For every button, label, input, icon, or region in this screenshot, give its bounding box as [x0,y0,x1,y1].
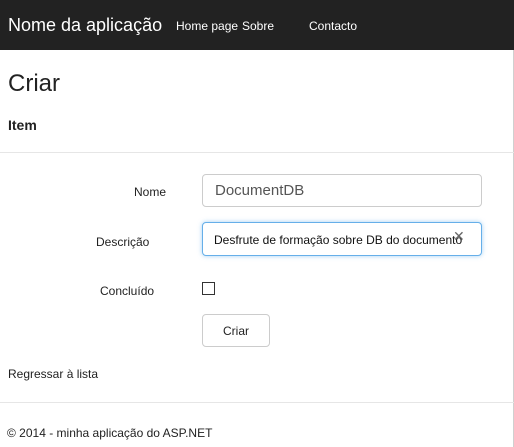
descricao-label: Descrição [96,235,150,249]
divider [0,152,514,153]
section-title: Item [8,117,37,133]
navbar: Nome da aplicação Home page Sobre Contac… [0,0,514,50]
page-title: Criar [8,70,60,97]
nav-about-link[interactable]: Sobre [242,19,274,33]
nav-home-link[interactable]: Home page [176,19,238,33]
footer-divider [0,402,514,403]
nav-contact-link[interactable]: Contacto [309,19,357,33]
concluido-label: Concluído [100,284,155,298]
descricao-input[interactable]: Desfrute de formação sobre DB do documen… [202,222,482,256]
nome-input[interactable] [202,174,482,207]
nome-label: Nome [134,185,167,199]
clear-icon[interactable]: ✕ [453,228,465,245]
concluido-checkbox[interactable] [202,282,215,295]
brand-link[interactable]: Nome da aplicação [8,15,162,36]
descricao-value: Desfrute de formação sobre DB do documen… [214,233,463,247]
criar-button[interactable]: Criar [202,314,270,347]
footer-text: © 2014 - minha aplicação do ASP.NET [7,426,213,440]
back-to-list-link[interactable]: Regressar à lista [8,367,98,381]
